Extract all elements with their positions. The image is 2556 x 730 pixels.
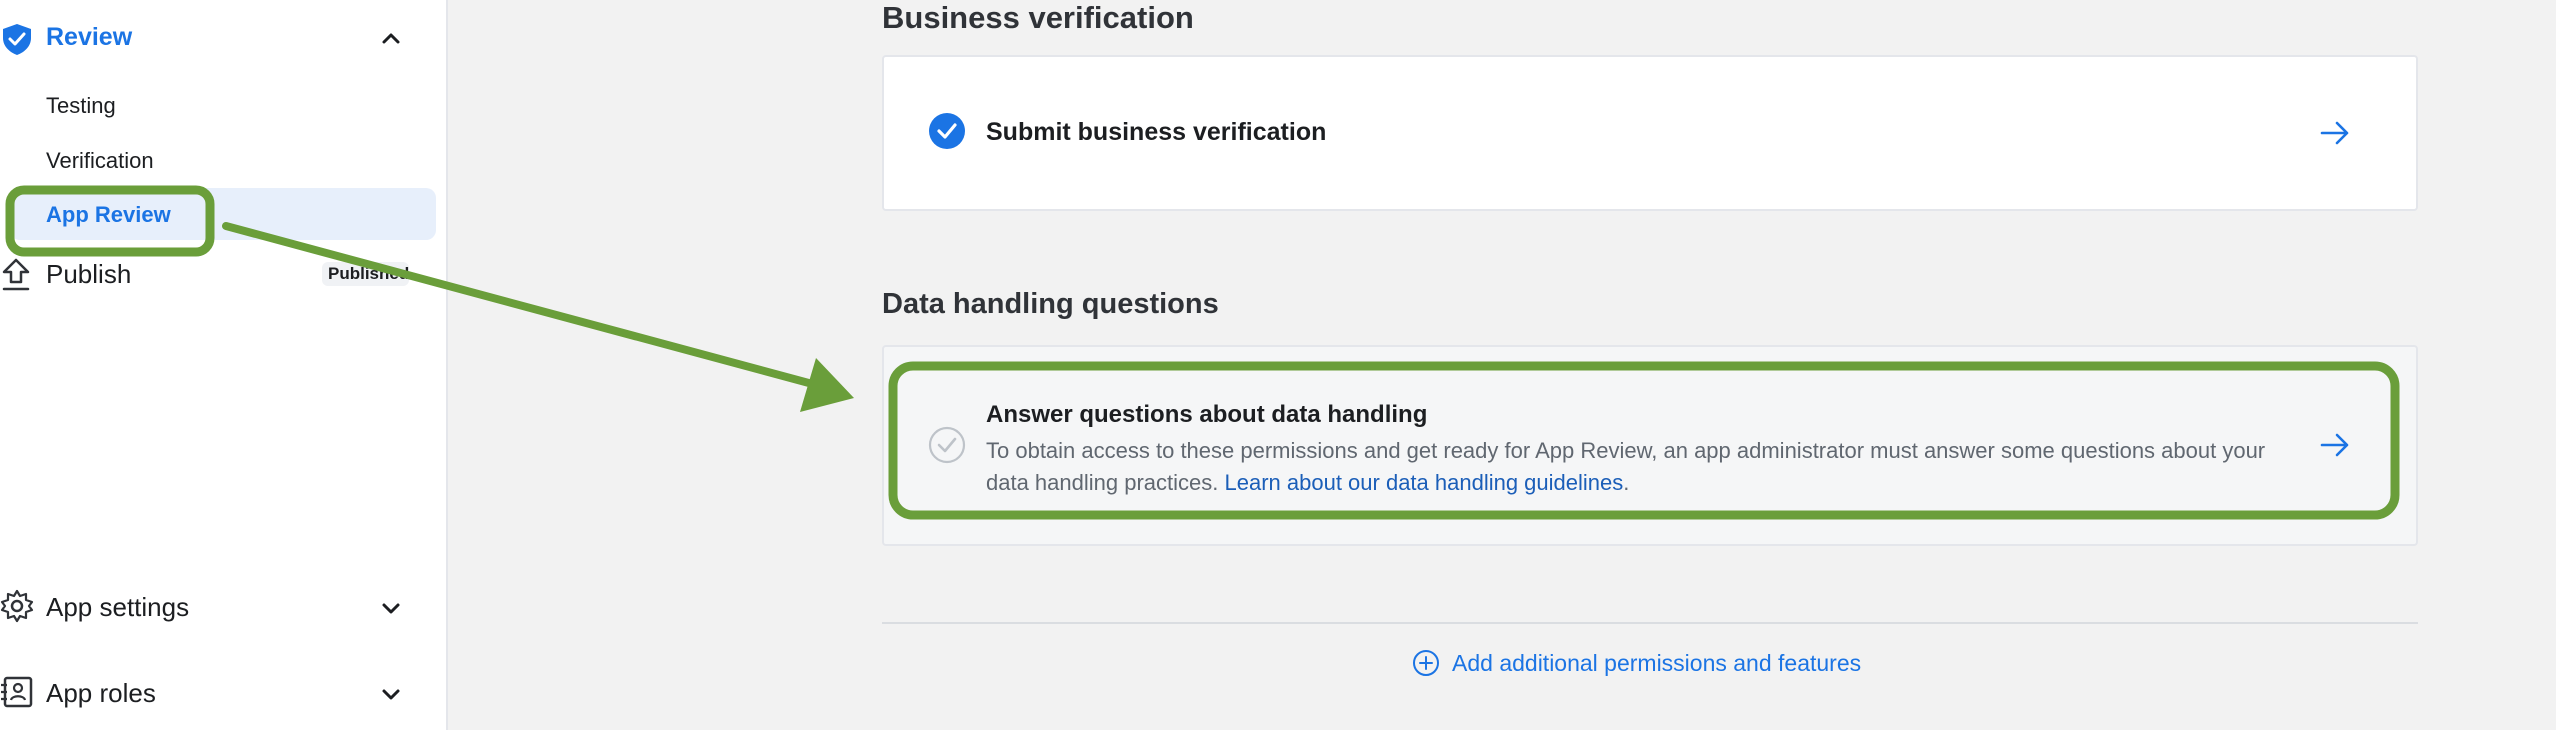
sidebar-item-app-review[interactable]: App Review bbox=[46, 202, 171, 228]
chevron-up-icon[interactable] bbox=[378, 26, 404, 52]
divider bbox=[882, 622, 2418, 624]
data-handling-card[interactable]: Answer questions about data handling To … bbox=[882, 345, 2418, 546]
sidebar-item-app-settings[interactable]: App settings bbox=[0, 587, 448, 627]
arrow-right-icon[interactable] bbox=[2318, 116, 2352, 150]
link-suffix: . bbox=[1623, 470, 1630, 495]
status-badge: Published bbox=[322, 262, 410, 286]
sidebar-item-testing[interactable]: Testing bbox=[46, 93, 116, 119]
plus-circle-icon bbox=[1412, 649, 1440, 677]
section-heading-business-verification: Business verification bbox=[882, 0, 1194, 35]
sidebar: Review Testing Verification App Review P… bbox=[0, 0, 448, 730]
card-title: Submit business verification bbox=[986, 118, 1327, 146]
id-badge-icon bbox=[0, 675, 34, 714]
business-verification-card[interactable]: Submit business verification bbox=[882, 55, 2418, 211]
sidebar-item-label: Review bbox=[46, 23, 133, 51]
card-description: To obtain access to these permissions an… bbox=[986, 435, 2306, 499]
section-heading-data-handling: Data handling questions bbox=[882, 288, 1219, 320]
check-circle-icon bbox=[928, 112, 966, 150]
chevron-down-icon[interactable] bbox=[378, 595, 404, 621]
upload-icon bbox=[0, 257, 32, 298]
card-title: Answer questions about data handling bbox=[986, 401, 1428, 428]
sidebar-item-label: App settings bbox=[46, 592, 190, 622]
arrow-right-icon[interactable] bbox=[2318, 428, 2352, 462]
shield-check-icon bbox=[0, 22, 34, 61]
data-handling-guidelines-link[interactable]: Learn about our data handling guidelines bbox=[1225, 470, 1624, 495]
annotation-arrow-head bbox=[800, 358, 854, 412]
sidebar-item-app-roles[interactable]: App roles bbox=[0, 673, 448, 713]
chevron-down-icon[interactable] bbox=[378, 681, 404, 707]
sidebar-item-verification[interactable]: Verification bbox=[46, 148, 154, 174]
gear-icon bbox=[0, 589, 34, 628]
add-permissions-label: Add additional permissions and features bbox=[1452, 649, 1862, 676]
sidebar-item-review[interactable]: Review bbox=[0, 18, 448, 58]
add-permissions-button[interactable]: Add additional permissions and features bbox=[1412, 649, 1861, 677]
sidebar-item-label: Publish bbox=[46, 259, 132, 289]
check-circle-outline-icon bbox=[928, 426, 966, 464]
sidebar-item-label: App roles bbox=[46, 678, 156, 708]
